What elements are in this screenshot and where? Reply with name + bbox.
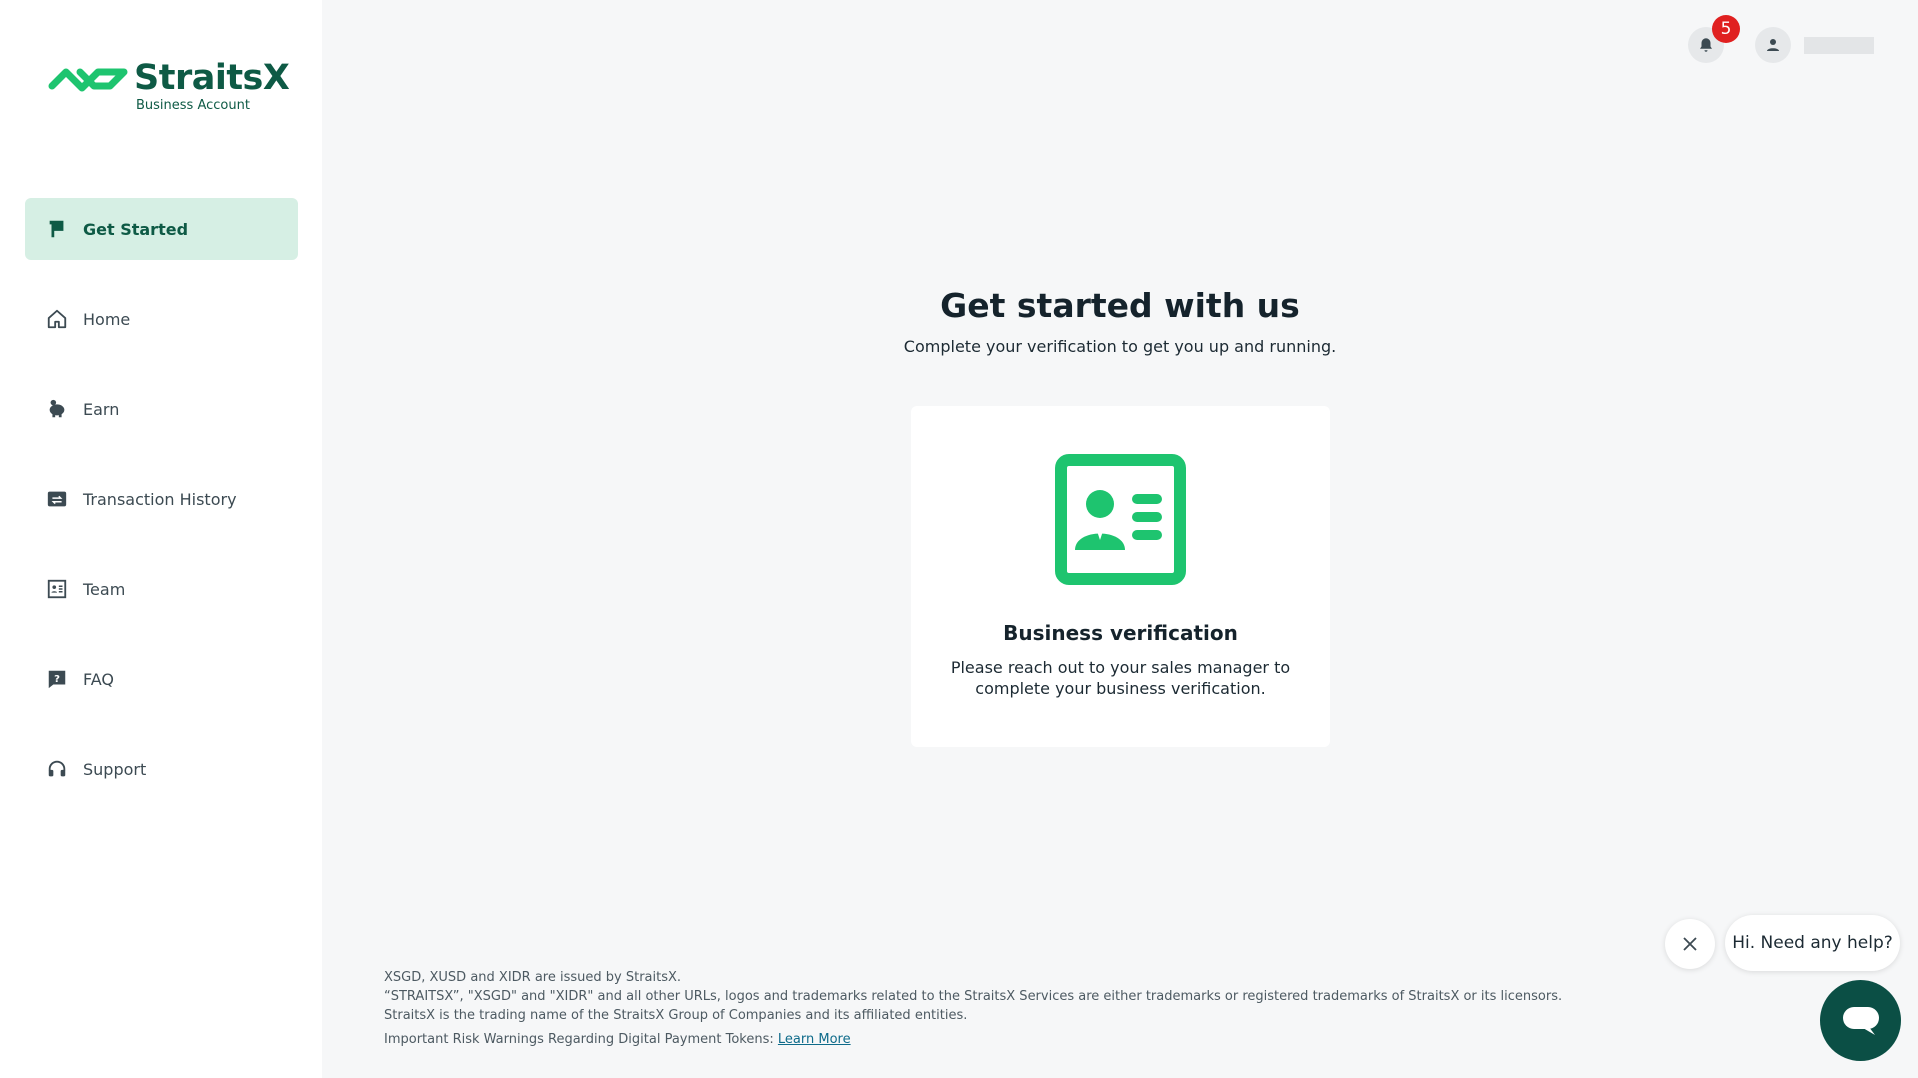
bell-icon bbox=[1700, 38, 1712, 52]
footer-trading-name-text: StraitsX is the trading name of the Stra… bbox=[384, 1008, 968, 1023]
footer-issuer-text: XSGD, XUSD and XIDR are issued by Strait… bbox=[384, 970, 682, 985]
footer-trademark-text: “STRAITSX”, "XSGD" and "XIDR" and all ot… bbox=[384, 989, 1563, 1004]
learn-more-link[interactable]: Learn More bbox=[778, 1032, 851, 1047]
headset-icon bbox=[45, 757, 69, 781]
card-description: Please reach out to your sales manager t… bbox=[950, 658, 1291, 698]
sidebar-item-label: Team bbox=[83, 579, 126, 599]
sidebar-item-support[interactable]: Support bbox=[25, 738, 298, 800]
flag-icon bbox=[45, 217, 69, 241]
chat-dismiss-button[interactable] bbox=[1665, 919, 1715, 969]
logo[interactable]: StraitsX Business Account bbox=[46, 56, 290, 116]
question-icon: ? bbox=[45, 667, 69, 691]
piggy-bank-icon bbox=[45, 397, 69, 421]
sidebar-item-earn[interactable]: Earn bbox=[25, 378, 298, 440]
straitsx-logo-icon bbox=[48, 68, 128, 92]
user-avatar[interactable] bbox=[1755, 27, 1791, 63]
page-title: Get started with us bbox=[940, 286, 1300, 325]
sidebar-item-team[interactable]: Team bbox=[25, 558, 298, 620]
id-card-icon bbox=[45, 577, 69, 601]
sidebar-item-home[interactable]: Home bbox=[25, 288, 298, 350]
footer-risk-warning: Important Risk Warnings Regarding Digita… bbox=[384, 1030, 1684, 1049]
logo-wordmark: StraitsX bbox=[134, 58, 290, 98]
username-placeholder[interactable] bbox=[1804, 37, 1874, 54]
sidebar-item-get-started[interactable]: Get Started bbox=[25, 198, 298, 260]
risk-warning-text: Important Risk Warnings Regarding Digita… bbox=[384, 1032, 778, 1047]
sidebar-item-label: FAQ bbox=[83, 669, 114, 689]
sidebar-item-label: Home bbox=[83, 309, 131, 329]
logo-subtitle: Business Account bbox=[136, 98, 250, 113]
sidebar: StraitsX Business Account Get Started Ho… bbox=[0, 0, 322, 1078]
notification-badge: 5 bbox=[1712, 15, 1740, 43]
business-verification-card[interactable]: Business verification Please reach out t… bbox=[911, 406, 1330, 747]
sidebar-item-faq[interactable]: ? FAQ bbox=[25, 648, 298, 710]
svg-text:?: ? bbox=[54, 674, 60, 685]
sidebar-item-label: Support bbox=[83, 759, 147, 779]
chat-icon bbox=[1842, 1006, 1879, 1035]
page-subtitle: Complete your verification to get you up… bbox=[903, 337, 1337, 356]
user-icon bbox=[1767, 39, 1779, 51]
sidebar-item-label: Get Started bbox=[83, 219, 189, 239]
sidebar-item-label: Earn bbox=[83, 399, 120, 419]
chat-greeting-bubble[interactable]: Hi. Need any help? bbox=[1725, 915, 1900, 971]
sidebar-item-transaction-history[interactable]: Transaction History bbox=[25, 468, 298, 530]
sidebar-nav: Get Started Home Earn Transaction Histor… bbox=[25, 198, 298, 828]
home-icon bbox=[45, 307, 69, 331]
transaction-history-icon bbox=[45, 487, 69, 511]
id-card-icon bbox=[1055, 454, 1186, 585]
sidebar-item-label: Transaction History bbox=[83, 489, 237, 509]
chat-launcher-button[interactable] bbox=[1820, 980, 1901, 1061]
close-icon bbox=[1683, 937, 1697, 951]
footer: XSGD, XUSD and XIDR are issued by Strait… bbox=[384, 968, 1684, 1049]
card-title: Business verification bbox=[1003, 621, 1238, 645]
